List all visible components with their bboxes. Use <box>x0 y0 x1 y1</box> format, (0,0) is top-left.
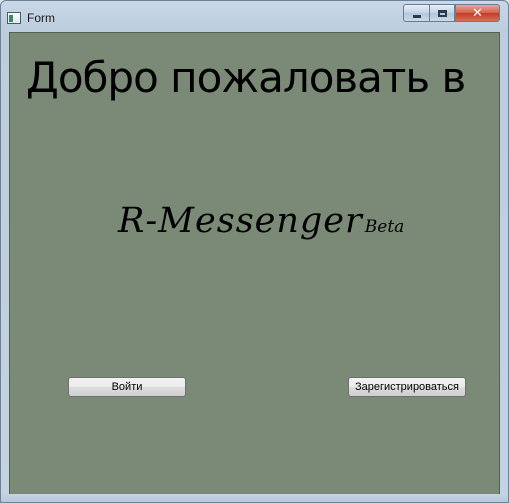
register-button[interactable]: Зарегистрироваться <box>348 377 466 397</box>
close-icon: ✕ <box>472 5 483 21</box>
maximize-icon <box>437 9 447 17</box>
close-button[interactable]: ✕ <box>455 4 500 22</box>
window-bottom-border <box>1 494 508 502</box>
caption-buttons: ✕ <box>403 4 500 24</box>
form-client-area: Добро пожаловать в R-Messenger Beta Войти… <box>9 32 500 496</box>
brand-name: R-Messenger <box>118 201 363 241</box>
title-bar[interactable]: Form ✕ <box>1 1 508 33</box>
form-app-icon <box>7 12 21 24</box>
minimize-button[interactable] <box>403 4 429 22</box>
maximize-button[interactable] <box>429 4 455 22</box>
brand-logo: R-Messenger Beta <box>118 201 404 241</box>
login-button[interactable]: Войти <box>68 377 186 397</box>
minimize-icon <box>412 14 421 18</box>
welcome-heading: Добро пожаловать в <box>26 53 466 102</box>
app-window: Form ✕ Добро пожаловать в R-Messenger Bet… <box>0 0 509 503</box>
window-title: Form <box>27 11 55 25</box>
brand-beta-label: Beta <box>364 217 405 237</box>
